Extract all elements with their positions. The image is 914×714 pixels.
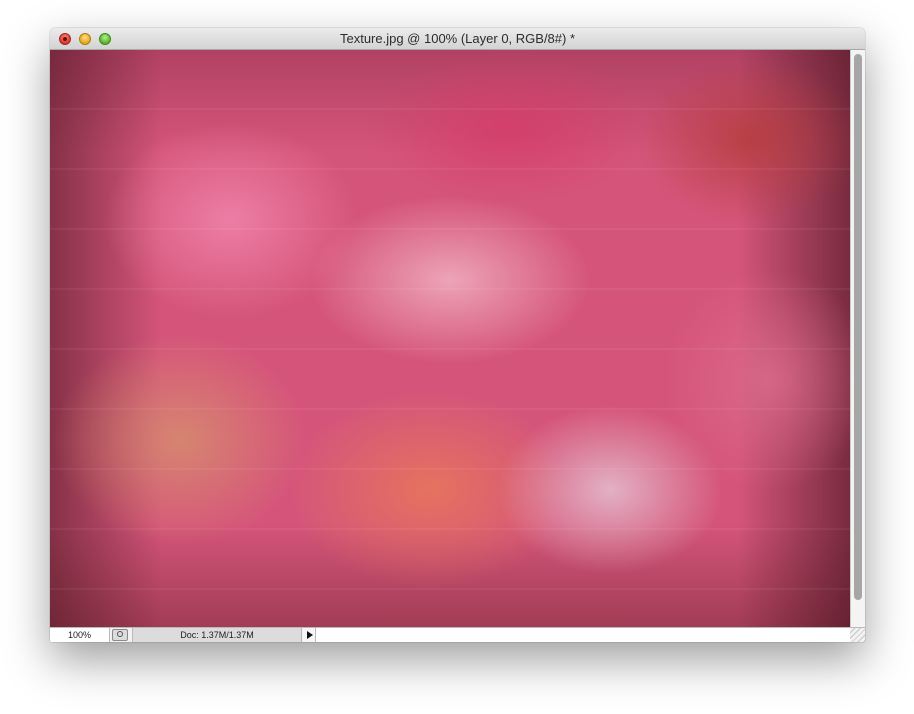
texture-overlay <box>50 50 850 627</box>
vertical-scroll-thumb[interactable] <box>854 54 862 600</box>
image-canvas[interactable] <box>50 50 850 627</box>
status-menu-arrow-icon[interactable] <box>303 628 316 642</box>
resize-grip-icon[interactable] <box>850 628 865 642</box>
vertical-scrollbar[interactable] <box>850 50 865 627</box>
title-bar[interactable]: Texture.jpg @ 100% (Layer 0, RGB/8#) * <box>50 28 865 50</box>
zoom-level-field[interactable]: 100% <box>50 628 110 642</box>
document-window: Texture.jpg @ 100% (Layer 0, RGB/8#) * 1… <box>50 28 865 642</box>
status-bar: 100% Doc: 1.37M/1.37M <box>50 627 865 642</box>
status-info-icon[interactable] <box>112 629 128 641</box>
document-size-info: Doc: 1.37M/1.37M <box>132 628 302 642</box>
horizontal-scrollbar[interactable] <box>316 628 850 642</box>
window-title: Texture.jpg @ 100% (Layer 0, RGB/8#) * <box>339 31 576 46</box>
